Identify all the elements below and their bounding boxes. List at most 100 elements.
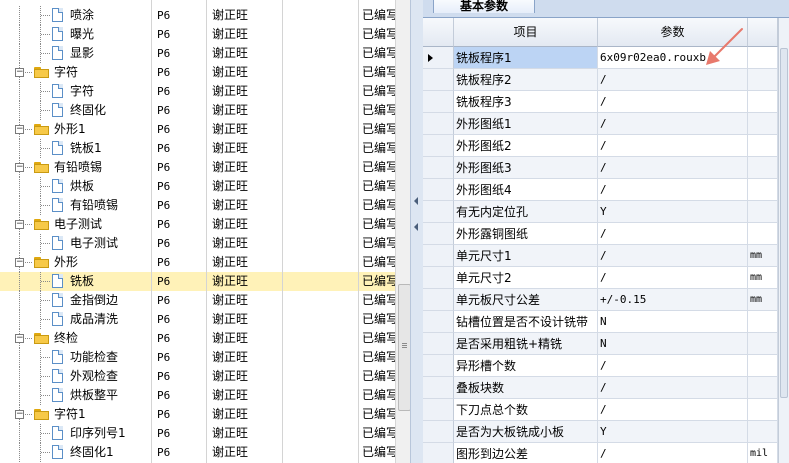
row-indicator[interactable] xyxy=(423,443,454,463)
expander-minus-icon[interactable]: − xyxy=(15,163,24,172)
parameter-row[interactable]: 外形图纸2/ xyxy=(423,135,789,157)
parameter-row[interactable]: 异形槽个数 / xyxy=(423,355,789,377)
parameter-value[interactable]: / xyxy=(598,399,748,421)
parameter-row[interactable]: 有无内定位孔 Y xyxy=(423,201,789,223)
parameter-row[interactable]: 单元尺寸2/mm xyxy=(423,267,789,289)
tree-item-code: P6 xyxy=(157,180,171,193)
tree-item-row[interactable]: 喷涂 P6 谢正旺 已编写 xyxy=(0,6,395,25)
expander-minus-icon[interactable]: − xyxy=(15,220,24,229)
row-indicator[interactable] xyxy=(423,333,454,355)
tab-basic-params[interactable]: 基本参数 xyxy=(433,0,535,13)
parameter-row[interactable]: 铣板程序3/ xyxy=(423,91,789,113)
tree-item-row[interactable]: 有铅喷锡 P6 谢正旺 已编写 xyxy=(0,196,395,215)
parameter-row[interactable]: 外形图纸3/ xyxy=(423,157,789,179)
tree-item-row[interactable]: 电子测试 P6 谢正旺 已编写 xyxy=(0,234,395,253)
tree-folder-row[interactable]: − 终检 P6 谢正旺 已编写 xyxy=(0,329,395,348)
row-indicator[interactable] xyxy=(423,223,454,245)
parameter-value[interactable]: Y xyxy=(598,201,748,223)
tree-item-row[interactable]: 铣板 P6 谢正旺 已编写 xyxy=(0,272,395,291)
tree-item-row[interactable]: 字符 P6 谢正旺 已编写 xyxy=(0,82,395,101)
collapse-left-icon[interactable] xyxy=(414,223,418,231)
tree-item-row[interactable]: 终固化1 P6 谢正旺 已编写 xyxy=(0,443,395,462)
tree-folder-row[interactable]: − 外形 P6 谢正旺 已编写 xyxy=(0,253,395,272)
panel-splitter[interactable] xyxy=(410,0,424,463)
parameter-value[interactable]: / xyxy=(598,157,748,179)
tree-item-row[interactable]: 显影 P6 谢正旺 已编写 xyxy=(0,44,395,63)
row-indicator[interactable] xyxy=(423,421,454,443)
row-indicator[interactable] xyxy=(423,267,454,289)
tree-item-row[interactable]: 铣板1 P6 谢正旺 已编写 xyxy=(0,139,395,158)
row-indicator[interactable] xyxy=(423,91,454,113)
row-indicator[interactable] xyxy=(423,47,454,69)
parameter-value[interactable]: / xyxy=(598,443,748,463)
row-indicator[interactable] xyxy=(423,69,454,91)
parameter-value[interactable]: / xyxy=(598,377,748,399)
expander-minus-icon[interactable]: − xyxy=(15,258,24,267)
tree-item-row[interactable]: 外观检查 P6 谢正旺 已编写 xyxy=(0,367,395,386)
row-indicator[interactable] xyxy=(423,201,454,223)
parameter-row[interactable]: 外形图纸4/ xyxy=(423,179,789,201)
row-indicator[interactable] xyxy=(423,135,454,157)
row-indicator[interactable] xyxy=(423,245,454,267)
parameter-value[interactable]: N xyxy=(598,333,748,355)
collapse-left-icon[interactable] xyxy=(414,197,418,205)
tree-folder-row[interactable]: − 字符 P6 谢正旺 已编写 xyxy=(0,63,395,82)
parameter-row[interactable]: 钻槽位置是否不设计铣带 N xyxy=(423,311,789,333)
parameter-value[interactable]: / xyxy=(598,91,748,113)
parameter-row[interactable]: 下刀点总个数 / xyxy=(423,399,789,421)
parameter-name: 单元尺寸1 xyxy=(454,245,598,267)
scrollbar-thumb[interactable] xyxy=(780,48,788,398)
parameter-row[interactable]: 铣板程序2/ xyxy=(423,69,789,91)
row-indicator[interactable] xyxy=(423,113,454,135)
parameter-value[interactable]: Y xyxy=(598,421,748,443)
tree-item-row[interactable]: 烘板整平 P6 谢正旺 已编写 xyxy=(0,386,395,405)
parameter-row[interactable]: 外形露铜图纸 / xyxy=(423,223,789,245)
column-header-unit[interactable] xyxy=(748,18,778,47)
parameter-value[interactable]: / xyxy=(598,355,748,377)
parameter-row[interactable]: 单元尺寸1/mm xyxy=(423,245,789,267)
parameter-row[interactable]: 图形到边公差 / mil xyxy=(423,443,789,463)
row-indicator[interactable] xyxy=(423,179,454,201)
row-indicator[interactable] xyxy=(423,311,454,333)
expander-minus-icon[interactable]: − xyxy=(15,334,24,343)
tree-item-row[interactable]: 终固化 P6 谢正旺 已编写 xyxy=(0,101,395,120)
tree-item-row[interactable]: 印序列号1 P6 谢正旺 已编写 xyxy=(0,424,395,443)
tree-folder-row[interactable]: − 电子测试 P6 谢正旺 已编写 xyxy=(0,215,395,234)
row-indicator[interactable] xyxy=(423,355,454,377)
parameter-row[interactable]: 叠板块数 / xyxy=(423,377,789,399)
tree-item-row[interactable]: 曝光 P6 谢正旺 已编写 xyxy=(0,25,395,44)
tree-item-row[interactable]: 金指倒边 P6 谢正旺 已编写 xyxy=(0,291,395,310)
parameter-value[interactable]: N xyxy=(598,311,748,333)
tree-folder-row[interactable]: − 字符1 P6 谢正旺 已编写 xyxy=(0,405,395,424)
parameter-value[interactable]: +/-0.15 xyxy=(598,289,748,311)
parameter-value[interactable]: / xyxy=(598,113,748,135)
tree-item-row[interactable]: 成品清洗 P6 谢正旺 已编写 xyxy=(0,310,395,329)
parameter-value[interactable]: / xyxy=(598,267,748,289)
row-indicator[interactable] xyxy=(423,399,454,421)
parameter-row[interactable]: 外形图纸1/ xyxy=(423,113,789,135)
tree-vertical-scrollbar[interactable] xyxy=(395,0,411,463)
expander-minus-icon[interactable]: − xyxy=(15,410,24,419)
parameter-value[interactable]: / xyxy=(598,69,748,91)
parameter-value[interactable]: / xyxy=(598,245,748,267)
row-indicator[interactable] xyxy=(423,377,454,399)
row-indicator[interactable] xyxy=(423,289,454,311)
parameter-value[interactable]: / xyxy=(598,135,748,157)
tree-item-name: 字符1 xyxy=(54,407,86,421)
tree-item-row[interactable]: 烘板 P6 谢正旺 已编写 xyxy=(0,177,395,196)
tree-item-row[interactable]: 功能检查 P6 谢正旺 已编写 xyxy=(0,348,395,367)
parameter-value[interactable]: / xyxy=(598,179,748,201)
tree-item-person: 谢正旺 xyxy=(212,103,249,117)
tree-folder-row[interactable]: − 有铅喷锡 P6 谢正旺 已编写 xyxy=(0,158,395,177)
row-indicator[interactable] xyxy=(423,157,454,179)
tree-item-code: P6 xyxy=(157,256,171,269)
expander-minus-icon[interactable]: − xyxy=(15,68,24,77)
parameter-vertical-scrollbar[interactable] xyxy=(778,18,789,463)
parameter-row[interactable]: 是否采用粗铣+精铣 N xyxy=(423,333,789,355)
column-header-item[interactable]: 项目 xyxy=(454,18,598,47)
parameter-row[interactable]: 单元板尺寸公差 +/-0.15 mm xyxy=(423,289,789,311)
expander-minus-icon[interactable]: − xyxy=(15,125,24,134)
parameter-row[interactable]: 是否为大板铣成小板 Y xyxy=(423,421,789,443)
tree-folder-row[interactable]: − 外形1 P6 谢正旺 已编写 xyxy=(0,120,395,139)
parameter-value[interactable]: / xyxy=(598,223,748,245)
